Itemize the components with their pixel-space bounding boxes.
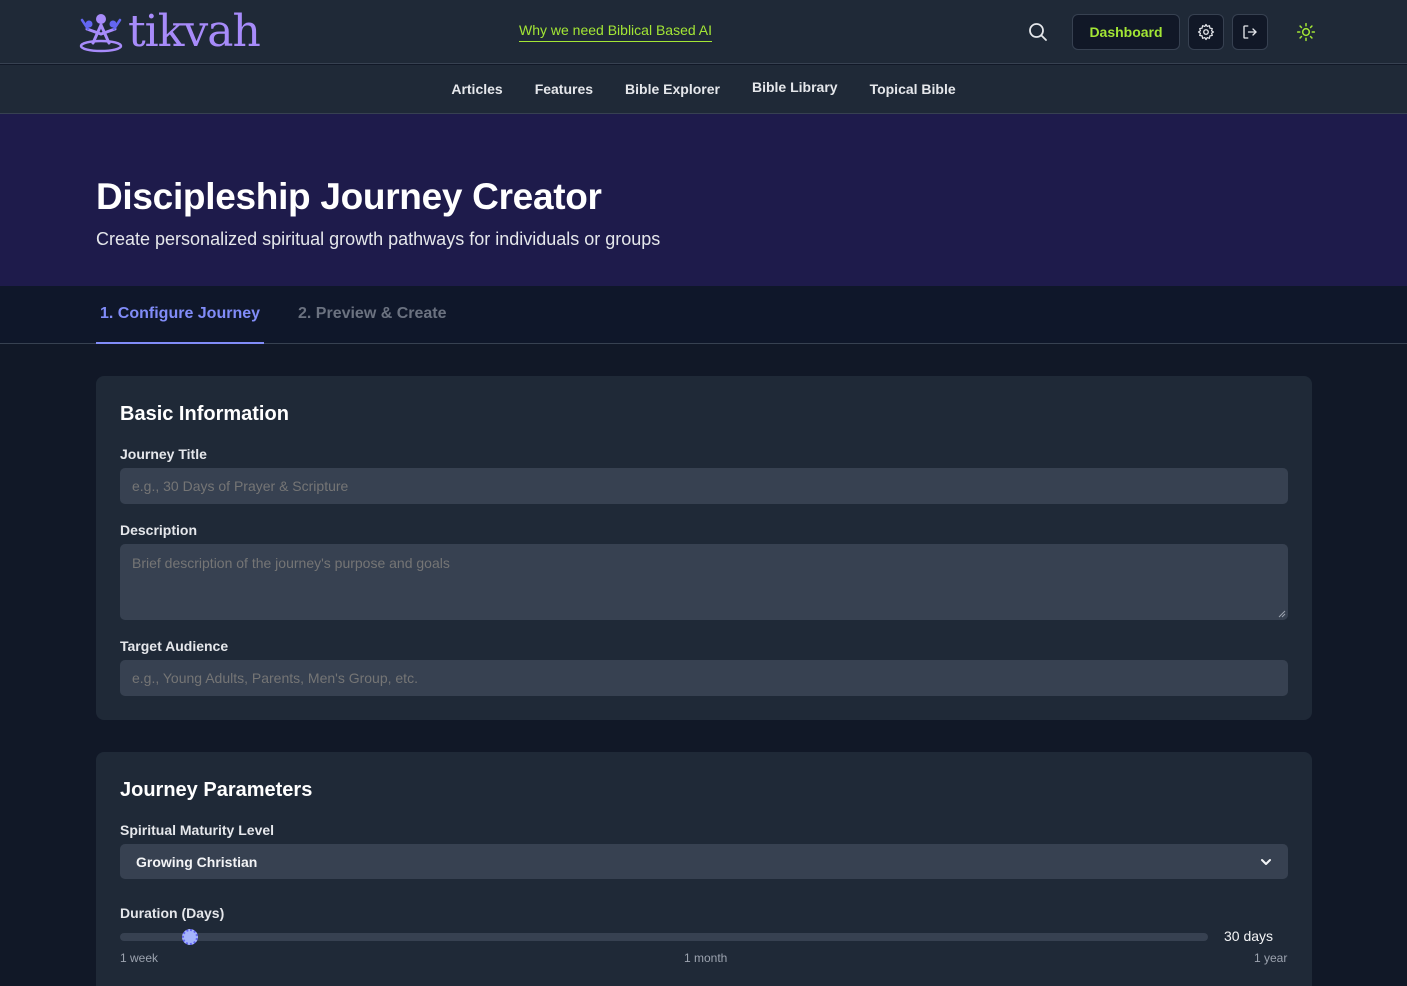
tab-preview-create[interactable]: 2. Preview & Create: [298, 305, 447, 323]
logo-icon: [79, 14, 123, 53]
logo-text: tikvah: [128, 6, 261, 57]
tab-configure-journey[interactable]: 1. Configure Journey: [96, 305, 265, 344]
dashboard-button[interactable]: Dashboard: [1072, 14, 1180, 50]
hero-banner: Discipleship Journey Creator Create pers…: [0, 114, 1407, 286]
main-nav: Articles Features Bible Explorer Bible L…: [0, 65, 1407, 114]
nav-item-topical-bible[interactable]: Topical Bible: [854, 81, 972, 97]
duration-tick-min: 1 week: [120, 951, 159, 965]
description-textarea[interactable]: [120, 544, 1288, 620]
description-label: Description: [120, 522, 198, 538]
why-biblical-ai-link[interactable]: Why we need Biblical Based AI: [519, 22, 712, 42]
basic-information-card: Basic Information Journey Title Descript…: [96, 376, 1312, 720]
logout-icon: [1243, 25, 1257, 39]
nav-item-features[interactable]: Features: [519, 81, 609, 97]
page-subtitle: Create personalized spiritual growth pat…: [96, 229, 661, 249]
journey-parameters-heading: Journey Parameters: [120, 779, 313, 801]
duration-tick-max: 1 year: [1254, 951, 1288, 965]
logout-button[interactable]: [1232, 14, 1268, 50]
spiritual-maturity-select[interactable]: Growing Christian: [120, 844, 1288, 879]
page-title: Discipleship Journey Creator: [96, 176, 602, 217]
journey-title-label: Journey Title: [120, 446, 207, 462]
basic-information-heading: Basic Information: [120, 403, 289, 425]
step-tabs: 1. Configure Journey 2. Preview & Create: [0, 286, 1407, 344]
description-wrapper: [120, 544, 1288, 620]
duration-slider-thumb[interactable]: [181, 929, 198, 945]
duration-label: Duration (Days): [120, 905, 225, 921]
duration-tick-mid: 1 month: [684, 951, 728, 965]
search-button[interactable]: [1024, 18, 1052, 46]
nav-item-articles[interactable]: Articles: [435, 81, 518, 97]
spiritual-maturity-value: Growing Christian: [136, 853, 258, 870]
gear-icon: [1197, 23, 1215, 41]
journey-title-input[interactable]: [120, 468, 1288, 504]
nav-item-bible-explorer[interactable]: Bible Explorer: [609, 81, 736, 97]
target-audience-input[interactable]: [120, 660, 1288, 696]
sun-icon: [1296, 22, 1316, 42]
nav-item-bible-library[interactable]: Bible Library: [736, 79, 854, 95]
duration-value: 30 days: [1224, 928, 1274, 944]
top-header: tikvah Why we need Biblical Based AI Das…: [0, 0, 1407, 64]
settings-button[interactable]: [1188, 14, 1224, 50]
search-icon: [1029, 23, 1047, 41]
target-audience-label: Target Audience: [120, 638, 229, 654]
duration-slider[interactable]: [120, 929, 1208, 945]
resize-handle-icon[interactable]: [1278, 610, 1286, 618]
logo[interactable]: tikvah: [78, 6, 261, 58]
journey-parameters-card: Journey Parameters Spiritual Maturity Le…: [96, 752, 1312, 986]
theme-toggle-button[interactable]: [1292, 18, 1320, 46]
spiritual-maturity-label: Spiritual Maturity Level: [120, 822, 275, 838]
chevron-down-icon: [1261, 858, 1271, 865]
